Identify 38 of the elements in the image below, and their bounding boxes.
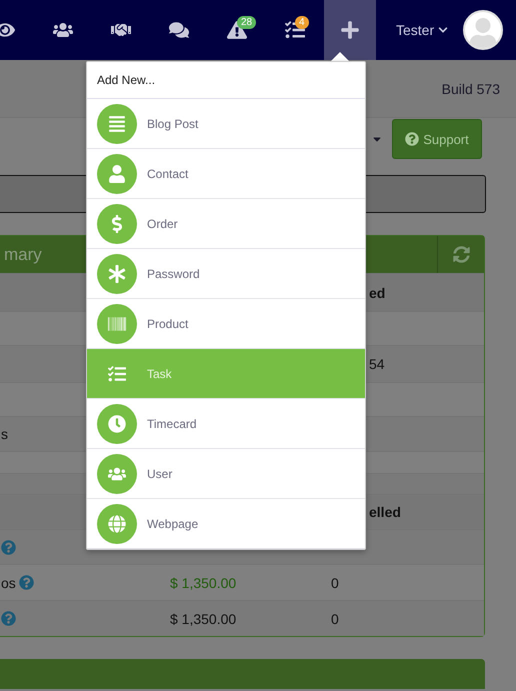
menu-item[interactable]: Product — [87, 299, 365, 349]
barcode-icon — [97, 304, 137, 344]
user-menu[interactable]: Tester — [396, 22, 448, 38]
users-icon — [97, 454, 137, 494]
clock-icon — [97, 404, 137, 444]
lines-icon — [97, 104, 137, 144]
table-cell: 54 — [369, 356, 385, 372]
column-header: ed — [369, 284, 386, 300]
build-label: Build 573 — [442, 80, 500, 96]
person-icon — [97, 154, 137, 194]
menu-item[interactable]: Order — [87, 199, 365, 249]
table-cell: s — [1, 426, 8, 442]
menu-item[interactable]: Contact — [87, 149, 365, 199]
menu-item[interactable]: User — [87, 449, 365, 499]
table-cell: $ 1,350.00 — [170, 574, 236, 590]
users-icon[interactable] — [53, 20, 73, 40]
add-button[interactable] — [324, 0, 376, 60]
globe-icon — [97, 504, 137, 544]
panel-title: mary — [3, 244, 42, 264]
menu-item[interactable]: Password — [87, 249, 365, 299]
table-cell: os — [1, 574, 16, 590]
table-cell: $ 1,350.00 — [170, 610, 236, 626]
tasks-badge: 4 — [295, 16, 309, 29]
chat-icon[interactable] — [169, 20, 189, 40]
help-icon — [405, 132, 420, 146]
avatar[interactable] — [463, 10, 504, 50]
dollar-icon — [97, 204, 137, 244]
menu-item[interactable]: Timecard — [87, 399, 365, 449]
table-cell: 0 — [331, 574, 339, 590]
table-cell: 0 — [331, 610, 339, 626]
column-header: elled — [369, 504, 401, 520]
plus-icon — [340, 20, 360, 40]
support-button[interactable]: Support — [392, 119, 482, 159]
alerts-badge: 28 — [237, 16, 256, 29]
chevron-icon — [438, 25, 448, 35]
menu-item[interactable]: Webpage — [87, 499, 365, 549]
asterisk-icon — [97, 254, 137, 294]
menu-item[interactable]: Blog Post — [87, 99, 365, 149]
